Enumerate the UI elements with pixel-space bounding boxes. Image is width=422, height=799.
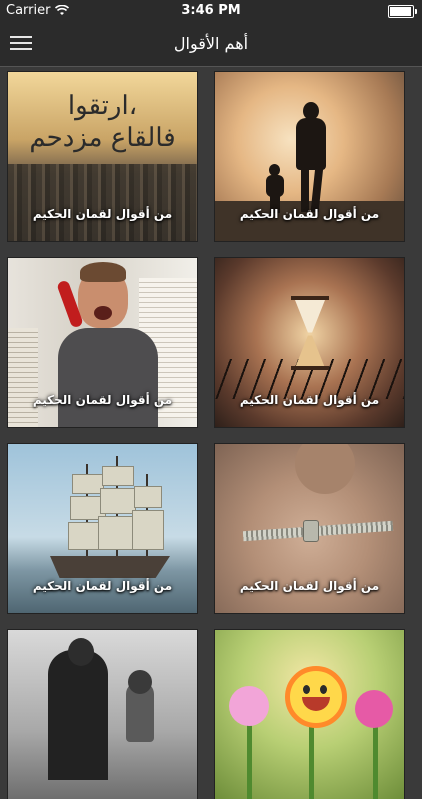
clock: 3:46 PM — [181, 3, 241, 18]
quote-card[interactable]: ارتقوا، فالقاع مزدحم من أقوال لقمان الحك… — [8, 72, 197, 241]
quote-card[interactable] — [8, 630, 197, 799]
card-image — [215, 630, 404, 799]
card-caption: من أقوال لقمان الحكيم — [239, 393, 380, 407]
card-caption: من أقوال لقمان الحكيم — [32, 207, 173, 221]
quote-card[interactable]: من أقوال لقمان الحكيم — [8, 444, 197, 613]
quote-card[interactable]: من أقوال لقمان الحكيم — [215, 258, 404, 427]
card-image — [8, 630, 197, 799]
calligraphy-text: ارتقوا، فالقاع مزدحم — [8, 90, 197, 154]
card-caption: من أقوال لقمان الحكيم — [239, 579, 380, 593]
quote-card[interactable]: من أقوال لقمان الحكيم — [215, 72, 404, 241]
quotes-grid: ارتقوا، فالقاع مزدحم من أقوال لقمان الحك… — [8, 72, 406, 799]
status-bar: Carrier 3:46 PM — [0, 0, 422, 22]
nav-bar: أهم الأقوال — [0, 22, 422, 67]
card-caption: من أقوال لقمان الحكيم — [32, 393, 173, 407]
battery-icon — [388, 5, 417, 18]
page-title: أهم الأقوال — [173, 34, 249, 53]
quote-card[interactable] — [215, 630, 404, 799]
card-caption: من أقوال لقمان الحكيم — [239, 207, 380, 221]
quote-card[interactable]: من أقوال لقمان الحكيم — [215, 444, 404, 613]
calligraphy-line-2: فالقاع مزدحم — [29, 123, 176, 153]
battery-fill — [390, 7, 411, 16]
quote-card[interactable]: من أقوال لقمان الحكيم — [8, 258, 197, 427]
card-caption: من أقوال لقمان الحكيم — [32, 579, 173, 593]
calligraphy-line-1: ارتقوا، — [67, 91, 138, 121]
